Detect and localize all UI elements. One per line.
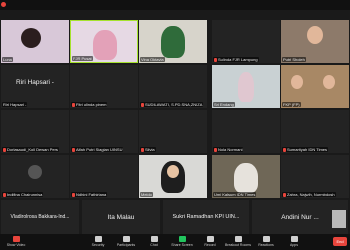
record-label: Record bbox=[204, 243, 216, 247]
participant-name: Dorlasaudi_Koll Dewan Pers bbox=[2, 147, 59, 152]
participant-display-name: Vladirolrosa Bakkara-Ind... bbox=[10, 214, 70, 220]
participant-tile[interactable]: Fitri ulinda pinem bbox=[70, 65, 138, 108]
participant-face bbox=[21, 28, 41, 48]
participant-name: Putri Sholeh bbox=[282, 57, 306, 62]
recording-dot-icon bbox=[1, 2, 6, 7]
meeting-titlebar bbox=[0, 0, 350, 10]
participant-name: Sumartiyah IDN Times bbox=[282, 147, 329, 152]
participant-tile[interactable]: Putri Sholeh bbox=[281, 20, 349, 63]
participant-name: Luna bbox=[2, 57, 13, 62]
participant-name: Vina Oktavia bbox=[140, 57, 165, 62]
reactions-button[interactable]: Reactions bbox=[252, 235, 280, 249]
mic-muted-icon bbox=[72, 102, 75, 107]
participant-tile[interactable]: Silvia bbox=[139, 110, 207, 153]
participant-face bbox=[323, 75, 335, 89]
participant-tile[interactable]: Umi Kalsum IDN Times bbox=[212, 155, 280, 198]
participant-tile[interactable]: Dorlasaudi_Koll Dewan Pers bbox=[1, 110, 69, 153]
participant-tile[interactable]: FKP (FP) bbox=[281, 65, 349, 108]
record-icon bbox=[206, 236, 214, 242]
participant-name: Fitri ulinda pinem bbox=[71, 102, 108, 107]
apps-grid-icon bbox=[290, 236, 298, 242]
participant-name: Sri Endang bbox=[213, 102, 235, 107]
participant-name: Riri Hapsari - bbox=[2, 102, 28, 107]
reactions-label: Reactions bbox=[258, 243, 274, 247]
participant-name: Alfah Putri Siagian UINSU bbox=[71, 147, 124, 152]
meeting-toolbar: Show Video Security Participants Chat Sh… bbox=[0, 234, 350, 250]
self-view-thumbnail[interactable] bbox=[332, 210, 346, 228]
participant-tile[interactable]: Alfah Putri Siagian UINSU bbox=[70, 110, 138, 153]
avatar-icon bbox=[28, 165, 42, 179]
security-button[interactable]: Security bbox=[84, 235, 112, 249]
recording-indicator[interactable] bbox=[1, 1, 6, 8]
mic-muted-icon bbox=[141, 147, 144, 152]
participant-display-name: Ita Malau bbox=[107, 214, 135, 221]
smiley-icon bbox=[262, 236, 270, 242]
participant-name: Sulinda FJR Lampung bbox=[213, 57, 259, 62]
participant-name: Nola Normani bbox=[213, 147, 244, 152]
participant-display-name: Sukri Ramadhan KPI UIN... bbox=[172, 214, 240, 220]
gallery-view: Luna FJR Pusat Vina Oktavia Sulinda FJR … bbox=[0, 10, 350, 243]
participants-button[interactable]: Participants bbox=[112, 235, 140, 249]
mic-muted-icon bbox=[72, 192, 75, 197]
apps-label: Apps bbox=[290, 243, 298, 247]
participant-tile[interactable]: SUDILAWATI, S.PD.SNA,ZNIZA bbox=[139, 65, 207, 108]
chat-bubble-icon bbox=[150, 236, 158, 242]
security-label: Security bbox=[91, 243, 105, 247]
mic-muted-icon bbox=[283, 192, 286, 197]
mic-muted-icon bbox=[214, 147, 217, 152]
share-screen-label: Share Screen bbox=[171, 243, 193, 247]
participant-name: SUDILAWATI, S.PD.SNA,ZNIZA bbox=[140, 102, 204, 107]
breakout-rooms-icon bbox=[234, 236, 242, 242]
breakout-rooms-label: Breakout Rooms bbox=[224, 243, 252, 247]
participants-icon bbox=[122, 236, 130, 242]
participant-tile[interactable]: Riri Hapsari - Riri Hapsari - bbox=[1, 65, 69, 108]
mic-muted-icon bbox=[283, 147, 286, 152]
participant-figure bbox=[93, 30, 117, 60]
show-video-button[interactable]: Show Video bbox=[2, 235, 30, 249]
shield-icon bbox=[94, 236, 102, 242]
show-video-label: Show Video bbox=[6, 243, 26, 247]
participant-tile[interactable]: Nola Normani bbox=[212, 110, 280, 153]
participant-figure bbox=[234, 163, 258, 193]
participant-tile[interactable]: Luna bbox=[1, 20, 69, 63]
record-button[interactable]: Record bbox=[196, 235, 224, 249]
participant-figure bbox=[161, 26, 185, 58]
participant-face bbox=[167, 165, 179, 178]
mic-muted-icon bbox=[3, 147, 6, 152]
participant-tile[interactable]: FJR Pusat bbox=[70, 20, 138, 63]
chat-label: Chat bbox=[150, 243, 158, 247]
participant-tile[interactable]: Ndhini Fathiriana bbox=[70, 155, 138, 198]
mic-muted-icon bbox=[3, 192, 6, 197]
participant-figure bbox=[238, 72, 254, 102]
participant-face bbox=[307, 26, 323, 44]
participant-name: Ndhini Fathiriana bbox=[71, 192, 108, 197]
participant-tile[interactable]: Sumartiyah IDN Times bbox=[281, 110, 349, 153]
participants-label: Participants bbox=[116, 243, 136, 247]
participant-tile[interactable]: Sulinda FJR Lampung bbox=[212, 20, 280, 63]
participant-face bbox=[291, 75, 303, 89]
participant-display-name: Riri Hapsari - bbox=[16, 79, 54, 86]
share-screen-icon bbox=[178, 236, 186, 242]
participant-name: Zahra, Najwih, Nurmbdosh bbox=[282, 192, 336, 197]
participant-tile[interactable]: Zahra, Najwih, Nurmbdosh bbox=[281, 155, 349, 198]
share-screen-button[interactable]: Share Screen bbox=[168, 235, 196, 249]
chat-button[interactable]: Chat bbox=[140, 235, 168, 249]
participant-name: Indifina Chairunnisa bbox=[2, 192, 44, 197]
participant-tile[interactable]: Sri Endang bbox=[212, 65, 280, 108]
mic-muted-icon bbox=[141, 102, 144, 107]
video-camera-icon bbox=[12, 236, 20, 242]
participant-name: Silvia bbox=[140, 147, 156, 152]
participant-tile[interactable]: Indifina Chairunnisa bbox=[1, 155, 69, 198]
mic-muted-icon bbox=[214, 57, 217, 62]
participant-name: Umi Kalsum IDN Times bbox=[213, 192, 257, 197]
apps-button[interactable]: Apps bbox=[280, 235, 308, 249]
participant-name: FJR Pusat bbox=[72, 56, 93, 61]
participant-name: FKP (FP) bbox=[282, 102, 301, 107]
end-meeting-button[interactable]: End bbox=[333, 237, 347, 246]
participant-name: Meido bbox=[140, 192, 153, 197]
breakout-rooms-button[interactable]: Breakout Rooms bbox=[224, 235, 252, 249]
participant-tile[interactable]: Meido bbox=[139, 155, 207, 198]
participant-tile[interactable]: Vina Oktavia bbox=[139, 20, 207, 63]
mic-muted-icon bbox=[72, 147, 75, 152]
